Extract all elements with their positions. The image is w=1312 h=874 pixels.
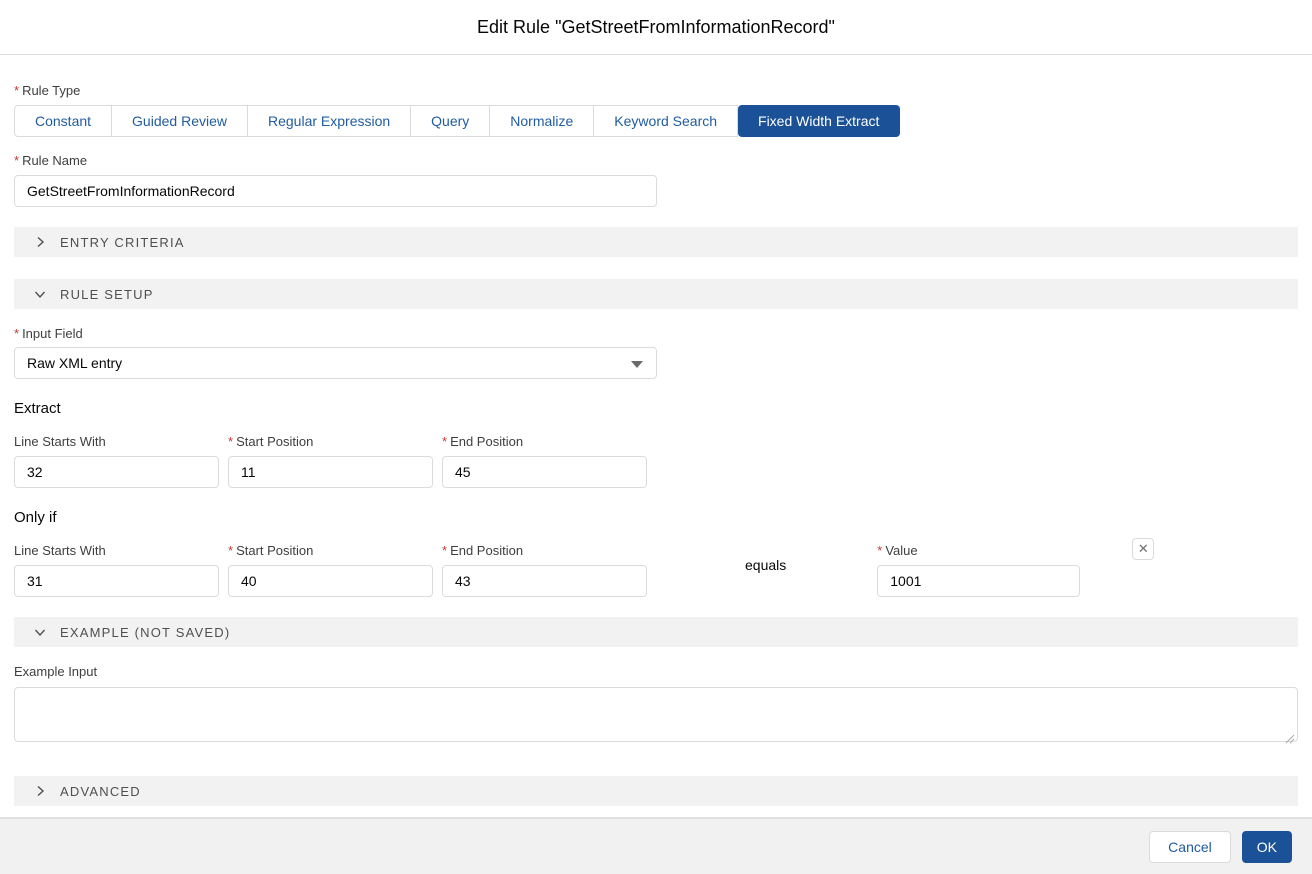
required-asterisk: *	[14, 83, 19, 99]
rule-type-option-query[interactable]: Query	[411, 105, 490, 137]
modal-body: * Rule Type Constant Guided Review Regul…	[0, 83, 1312, 806]
only-if-start-position-input[interactable]	[228, 565, 433, 597]
only-if-line-starts-with-group: Line Starts With	[14, 543, 219, 597]
modal-header: Edit Rule "GetStreetFromInformationRecor…	[0, 0, 1312, 55]
section-title: RULE SETUP	[60, 287, 154, 302]
section-example[interactable]: EXAMPLE (NOT SAVED)	[14, 617, 1298, 647]
extract-heading: Extract	[14, 400, 1298, 418]
required-asterisk: *	[14, 326, 19, 342]
only-if-end-position-input[interactable]	[442, 565, 647, 597]
required-asterisk: *	[877, 543, 882, 559]
chevron-right-icon	[33, 235, 47, 249]
rule-name-label: * Rule Name	[14, 153, 1298, 169]
only-if-heading: Only if	[14, 509, 1298, 527]
required-asterisk: *	[442, 434, 447, 450]
only-if-row: Line Starts With * Start Position * End …	[14, 543, 1298, 597]
line-starts-with-label: Line Starts With	[14, 543, 219, 559]
end-position-label: * End Position	[442, 434, 647, 450]
rule-type-label: * Rule Type	[14, 83, 1298, 99]
rule-type-option-fixed-width-extract[interactable]: Fixed Width Extract	[738, 105, 900, 137]
ok-button[interactable]: OK	[1242, 831, 1292, 863]
chevron-right-icon	[33, 784, 47, 798]
rule-type-button-group: Constant Guided Review Regular Expressio…	[14, 105, 1298, 137]
resize-handle-icon[interactable]	[1285, 731, 1295, 741]
extract-line-starts-with-input[interactable]	[14, 456, 219, 488]
close-icon: ✕	[1138, 539, 1149, 559]
line-starts-with-label: Line Starts With	[14, 434, 219, 450]
extract-row: Line Starts With * Start Position * End …	[14, 434, 1298, 488]
start-position-label: * Start Position	[228, 434, 433, 450]
chevron-down-icon	[33, 287, 47, 301]
end-position-label: * End Position	[442, 543, 647, 559]
only-if-value-input[interactable]	[877, 565, 1080, 597]
start-position-label: * Start Position	[228, 543, 433, 559]
only-if-line-starts-with-input[interactable]	[14, 565, 219, 597]
example-input-label: Example Input	[14, 664, 1298, 680]
value-label: * Value	[877, 543, 1080, 559]
only-if-value-group: * Value	[877, 543, 1080, 597]
dropdown-arrow-icon	[631, 361, 643, 368]
input-field-selected-value: Raw XML entry	[27, 355, 122, 371]
section-title: EXAMPLE (NOT SAVED)	[60, 625, 230, 640]
example-input-textarea[interactable]	[14, 687, 1298, 742]
section-title: ENTRY CRITERIA	[60, 235, 185, 250]
section-advanced[interactable]: ADVANCED	[14, 776, 1298, 806]
required-asterisk: *	[228, 543, 233, 559]
rule-type-option-regular-expression[interactable]: Regular Expression	[248, 105, 411, 137]
operator-text: equals	[745, 543, 786, 573]
only-if-start-position-group: * Start Position	[228, 543, 433, 597]
rule-type-option-constant[interactable]: Constant	[14, 105, 112, 137]
required-asterisk: *	[14, 153, 19, 169]
section-entry-criteria[interactable]: ENTRY CRITERIA	[14, 227, 1298, 257]
extract-start-position-input[interactable]	[228, 456, 433, 488]
extract-end-position-input[interactable]	[442, 456, 647, 488]
section-title: ADVANCED	[60, 784, 141, 799]
modal-footer: Cancel OK	[0, 817, 1312, 874]
rule-type-option-normalize[interactable]: Normalize	[490, 105, 594, 137]
rule-type-option-keyword-search[interactable]: Keyword Search	[594, 105, 738, 137]
only-if-end-position-group: * End Position	[442, 543, 647, 597]
cancel-button[interactable]: Cancel	[1149, 831, 1231, 863]
required-asterisk: *	[228, 434, 233, 450]
required-asterisk: *	[442, 543, 447, 559]
rule-name-input[interactable]	[14, 175, 657, 207]
extract-line-starts-with-group: Line Starts With	[14, 434, 219, 488]
example-input-wrap	[14, 687, 1298, 747]
input-field-select[interactable]: Raw XML entry	[14, 347, 657, 379]
chevron-down-icon	[33, 625, 47, 639]
extract-end-position-group: * End Position	[442, 434, 647, 488]
page-title: Edit Rule "GetStreetFromInformationRecor…	[477, 17, 835, 38]
section-rule-setup[interactable]: RULE SETUP	[14, 279, 1298, 309]
extract-start-position-group: * Start Position	[228, 434, 433, 488]
remove-condition-button[interactable]: ✕	[1132, 538, 1154, 560]
rule-type-option-guided-review[interactable]: Guided Review	[112, 105, 248, 137]
input-field-label: * Input Field	[14, 326, 1298, 342]
